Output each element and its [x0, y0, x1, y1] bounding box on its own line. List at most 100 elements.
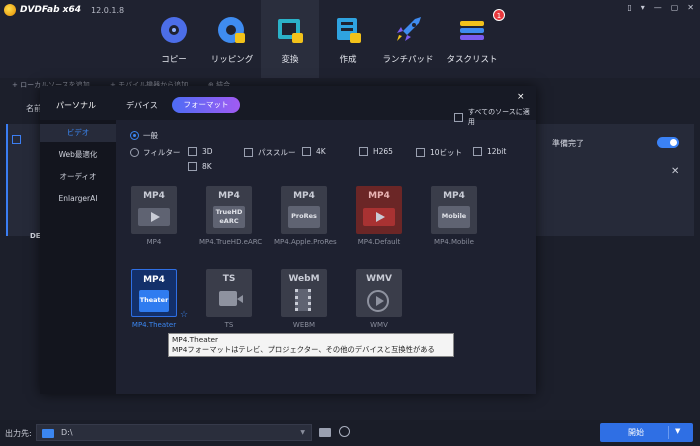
- nav-launchpad[interactable]: ランチパッド: [377, 0, 439, 78]
- general-radio[interactable]: 一般: [130, 130, 158, 141]
- filter-passthrough[interactable]: パススルー: [244, 147, 296, 158]
- filter-4k[interactable]: 4K: [302, 147, 326, 156]
- nav-copy[interactable]: コピー: [145, 0, 203, 78]
- start-button[interactable]: 開始 ▼: [600, 423, 693, 442]
- format-mp4-default[interactable]: MP4 MP4.Default: [349, 186, 409, 246]
- disc-ripper-icon: [217, 15, 247, 45]
- format-webm[interactable]: WebM WEBM: [274, 269, 334, 329]
- status-text: 準備完了: [552, 139, 584, 148]
- app-name: DVDFab x64: [20, 5, 82, 15]
- filter-3d[interactable]: 3D: [188, 147, 213, 156]
- chevron-down-icon[interactable]: ▼: [675, 427, 680, 435]
- play-icon: [363, 208, 395, 226]
- nav-task-list[interactable]: 1 タスクリスト: [439, 0, 505, 78]
- play-icon: [138, 208, 170, 226]
- filter-label: H265: [373, 147, 393, 156]
- sidebar-item-video[interactable]: ビデオ: [40, 124, 116, 142]
- format-title: MP4: [293, 191, 315, 201]
- filter-10bit[interactable]: 10ビット: [416, 147, 462, 158]
- close-icon[interactable]: ×: [517, 92, 525, 102]
- maximize-icon[interactable]: ▢: [671, 3, 679, 12]
- format-title: MP4: [143, 191, 165, 201]
- source-checkbox[interactable]: [12, 135, 21, 144]
- format-mp4-mobile[interactable]: MP4 Mobile MP4.Mobile: [424, 186, 484, 246]
- tab-format[interactable]: フォーマット: [172, 97, 240, 113]
- format-tile: MP4 Mobile: [431, 186, 477, 234]
- format-wmv[interactable]: WMV WMV: [349, 269, 409, 329]
- task-count-badge: 1: [493, 9, 505, 21]
- format-title: MP4: [143, 275, 165, 285]
- task-list-icon: [457, 15, 487, 45]
- format-label: MP4: [146, 238, 162, 246]
- format-title: MP4: [368, 191, 390, 201]
- tab-device[interactable]: デバイス: [126, 100, 158, 111]
- checkbox-box[interactable]: [188, 147, 197, 156]
- format-mp4[interactable]: MP4 MP4: [124, 186, 184, 246]
- radio-button[interactable]: [130, 148, 139, 157]
- format-tile: MP4 ProRes: [281, 186, 327, 234]
- format-label: MP4.Mobile: [434, 238, 474, 246]
- dvdfab-logo-icon: [4, 4, 16, 16]
- format-subtitle: Mobile: [438, 206, 470, 228]
- format-tile: MP4 Theater: [131, 269, 177, 317]
- filter-h265[interactable]: H265: [359, 147, 393, 156]
- camera-icon: [219, 291, 243, 306]
- checkbox-box[interactable]: [359, 147, 368, 156]
- filter-12bit[interactable]: 12bit: [473, 147, 506, 156]
- format-ts[interactable]: TS TS: [199, 269, 259, 329]
- top-bar: DVDFab x64 12.0.1.8 コピー リッピング 変換 作成 ランチパ…: [0, 0, 700, 78]
- dialog-header: パーソナル デバイス フォーマット すべてのソースに適用 ×: [40, 86, 536, 126]
- folder-icon: [42, 429, 54, 438]
- sidebar-item-enlarger-ai[interactable]: EnlargerAI: [40, 190, 116, 208]
- format-tile: MP4: [356, 186, 402, 234]
- nav-ripper[interactable]: リッピング: [203, 0, 261, 78]
- format-label: MP4.TrueHD.eARC: [199, 238, 263, 246]
- source-toggle[interactable]: [657, 137, 679, 148]
- format-title: WebM: [288, 274, 320, 284]
- radio-button[interactable]: [130, 131, 139, 140]
- filter-8k[interactable]: 8K: [188, 162, 212, 171]
- tab-personal[interactable]: パーソナル: [56, 100, 96, 111]
- filter-label: 12bit: [487, 147, 507, 156]
- format-subtitle: Theater: [139, 290, 169, 312]
- filter-label: 3D: [202, 147, 213, 156]
- pin-icon[interactable]: ▯: [627, 3, 631, 12]
- format-label: WEBM: [292, 321, 316, 329]
- favorite-star-icon[interactable]: ☆: [180, 310, 188, 320]
- format-label: MP4.Default: [357, 238, 401, 246]
- app-logo: DVDFab x64 12.0.1.8: [4, 4, 124, 16]
- format-tooltip: MP4.Theater MP4フォーマットはテレビ、プロジェクター、その他のデバ…: [168, 333, 454, 357]
- window-controls: ▯ ▾ — ▢ ✕: [627, 3, 694, 12]
- globe-icon[interactable]: [339, 426, 350, 437]
- close-icon[interactable]: ✕: [687, 3, 694, 12]
- sidebar-item-audio[interactable]: オーディオ: [40, 168, 116, 186]
- format-subtitle: TrueHD eARC: [213, 206, 245, 228]
- output-path-field[interactable]: D:\ ▼: [36, 424, 312, 441]
- format-title: MP4: [218, 191, 240, 201]
- open-folder-icon[interactable]: [319, 428, 331, 437]
- format-mp4-theater[interactable]: MP4 Theater MP4.Theater: [124, 269, 184, 329]
- nav-label: 作成: [339, 55, 357, 65]
- checkbox-box[interactable]: [302, 147, 311, 156]
- checkbox-box[interactable]: [188, 162, 197, 171]
- menu-icon[interactable]: ▾: [641, 3, 645, 12]
- minimize-icon[interactable]: —: [654, 3, 662, 12]
- tooltip-description: MP4フォーマットはテレビ、プロジェクター、その他のデバイスと互換性がある: [172, 345, 435, 354]
- format-title: WMV: [366, 274, 392, 284]
- format-mp4-truehd-earc[interactable]: MP4 TrueHD eARC MP4.TrueHD.eARC: [199, 186, 263, 246]
- nav-converter[interactable]: 変換: [261, 0, 319, 78]
- checkbox-box[interactable]: [416, 148, 425, 157]
- format-mp4-apple-prores[interactable]: MP4 ProRes MP4.Apple.ProRes: [274, 186, 337, 246]
- checkbox-box[interactable]: [244, 148, 253, 157]
- format-title: MP4: [443, 191, 465, 201]
- checkbox-box[interactable]: [473, 147, 482, 156]
- start-divider: [668, 426, 669, 439]
- chevron-down-icon[interactable]: ▼: [300, 429, 305, 436]
- filter-radio[interactable]: フィルター: [130, 147, 180, 158]
- format-label: MP4.Theater: [131, 321, 177, 329]
- format-label: WMV: [370, 321, 388, 329]
- remove-source-icon[interactable]: ✕: [671, 166, 679, 177]
- sidebar-item-web-optimized[interactable]: Web最適化: [40, 146, 116, 164]
- nav-creator[interactable]: 作成: [319, 0, 377, 78]
- format-category-sidebar: ビデオ Web最適化 オーディオ EnlargerAI: [40, 120, 116, 394]
